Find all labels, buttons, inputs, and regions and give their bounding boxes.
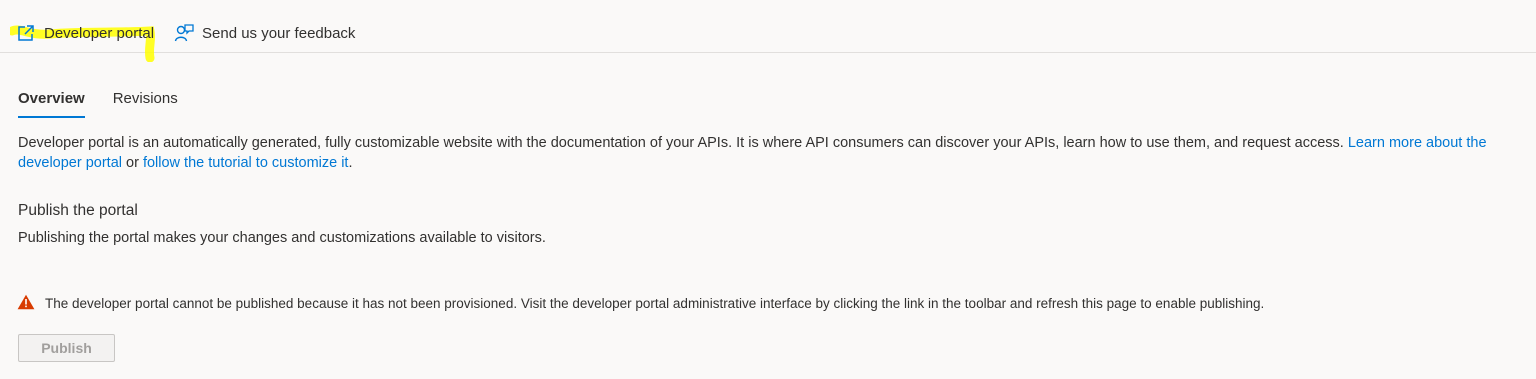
description-connector: or	[122, 155, 143, 171]
warning-text: The developer portal cannot be published…	[45, 296, 1265, 311]
developer-portal-label: Developer portal	[44, 24, 155, 42]
portal-description: Developer portal is an automatically gen…	[18, 133, 1518, 173]
tutorial-link[interactable]: follow the tutorial to customize it	[143, 155, 349, 171]
description-text: Developer portal is an automatically gen…	[18, 135, 1348, 151]
send-feedback-button[interactable]: Send us your feedback	[174, 20, 355, 46]
feedback-person-icon	[174, 23, 194, 43]
tab-revisions[interactable]: Revisions	[113, 88, 178, 118]
publish-button[interactable]: Publish	[18, 334, 115, 362]
developer-portal-button[interactable]: Developer portal	[16, 20, 154, 46]
description-period: .	[348, 155, 353, 171]
command-bar: Developer portal Send us your feedback	[0, 0, 1536, 62]
publish-section-subtitle: Publishing the portal makes your changes…	[18, 230, 546, 246]
warning-icon	[17, 294, 35, 313]
open-in-new-window-icon	[16, 23, 36, 43]
send-feedback-label: Send us your feedback	[202, 24, 356, 42]
warning-message: The developer portal cannot be published…	[17, 294, 1264, 313]
tab-overview[interactable]: Overview	[18, 88, 85, 118]
page: Developer portal Send us your feedback O…	[0, 0, 1536, 379]
publish-section-title: Publish the portal	[18, 202, 138, 219]
tab-list: Overview Revisions	[18, 88, 206, 120]
